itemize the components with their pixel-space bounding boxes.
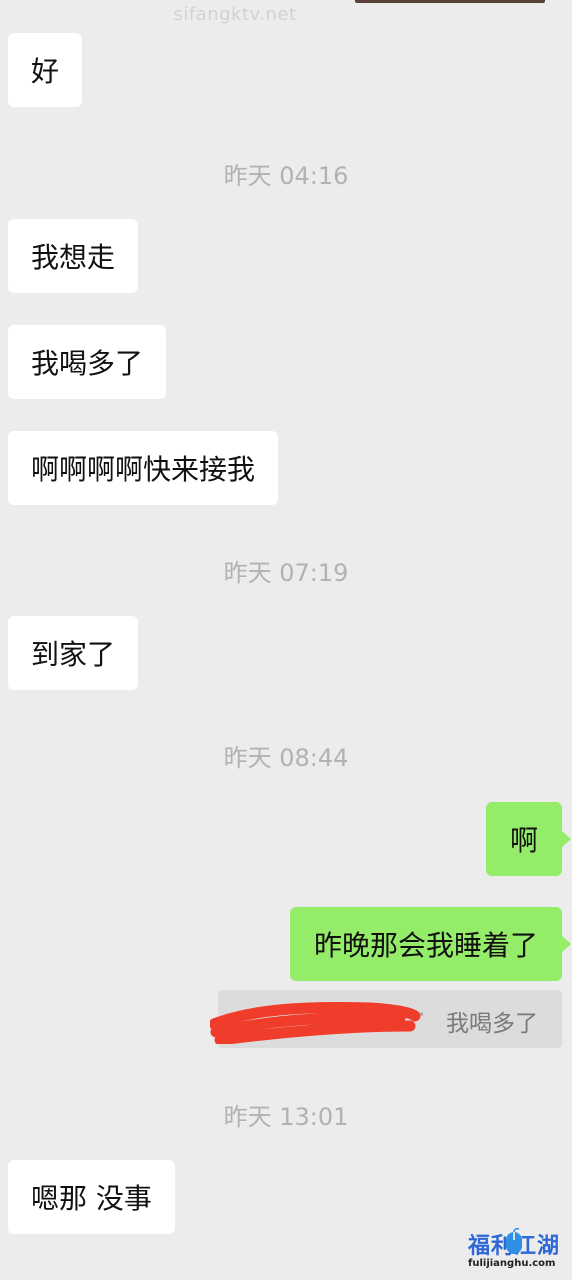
mouse-icon (506, 1228, 522, 1254)
quote-separator: · (418, 1002, 426, 1028)
message-text: 嗯那 没事 (31, 1182, 152, 1215)
site-logo: 福利江湖 fulijianghu.com (468, 1228, 564, 1272)
message-text: 昨晚那会我睡着了 (313, 929, 538, 962)
message-text: 啊啊啊啊快来接我 (31, 453, 256, 486)
timestamp: 昨天 08:44 (223, 744, 349, 772)
message-incoming[interactable]: 到家了 (8, 616, 139, 690)
message-incoming[interactable]: 好 (8, 33, 83, 107)
image-message-edge[interactable] (355, 0, 545, 3)
quoted-message[interactable]: · 我喝多了 (210, 990, 562, 1048)
message-text: 我喝多了 (31, 347, 144, 380)
redaction-scribble (210, 1002, 421, 1044)
quote-text: 我喝多了 (446, 1011, 538, 1037)
timestamp: 昨天 13:01 (223, 1103, 349, 1131)
message-incoming[interactable]: 我想走 (8, 219, 139, 293)
site-watermark: sifangktv.net (173, 4, 297, 25)
timestamp: 昨天 04:16 (223, 162, 349, 190)
logo-url: fulijianghu.com (468, 1258, 556, 1269)
message-text: 啊 (509, 824, 538, 857)
message-incoming[interactable]: 我喝多了 (8, 325, 167, 399)
message-outgoing[interactable]: 啊 (485, 802, 572, 876)
message-incoming[interactable]: 啊啊啊啊快来接我 (8, 431, 279, 505)
message-text: 到家了 (31, 638, 116, 671)
message-text: 好 (31, 55, 60, 88)
timestamp: 昨天 07:19 (223, 559, 349, 587)
message-text: 我想走 (31, 241, 116, 274)
message-outgoing[interactable]: 昨晚那会我睡着了 (289, 907, 572, 981)
message-incoming[interactable]: 嗯那 没事 (8, 1160, 175, 1234)
